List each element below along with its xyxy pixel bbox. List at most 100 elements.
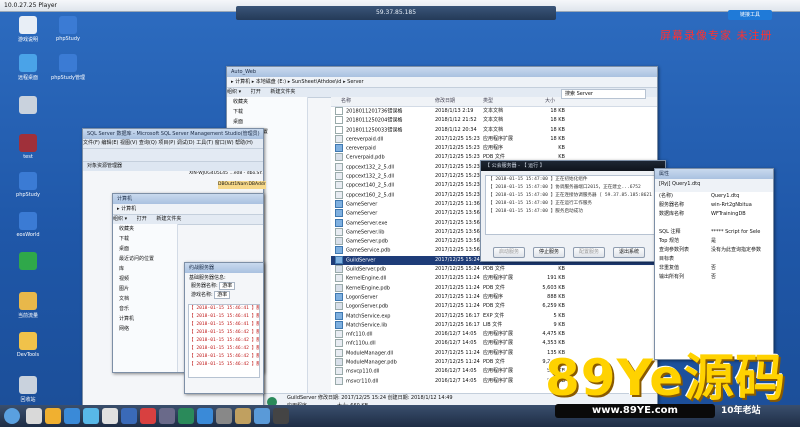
taskbar-app-icon[interactable] [159,408,175,424]
property-row[interactable]: (名称) Query1.dtq [655,192,773,201]
file-row[interactable]: KernelEngine.pdb 2017/12/25 11:24 PDB 文件 5,… [331,283,657,293]
desktop-icon[interactable]: 远程桌面 [8,54,48,81]
computer-organize-button[interactable]: 组织 ▾ [113,216,127,222]
server-name-value[interactable]: 游率 [219,282,236,290]
desktop-icon[interactable]: DevTools [8,332,48,358]
file-row[interactable]: LogonServer.pdb 2017/12/25 11:24 PDB 文件 6,2… [331,302,657,311]
configure-service-button[interactable]: 配置服务 [573,247,605,258]
file-row[interactable]: KernelEngine.dll 2017/12/25 11:24 应用程序扩展 19… [331,274,657,283]
computer-new-folder-button[interactable]: 新建文件夹 [156,216,181,222]
property-row[interactable]: SQL 注释 ***** Script for Sele [655,228,773,237]
computer-open-button[interactable]: 打开 [137,216,147,222]
file-row[interactable]: cereverpaid 2017/12/25 15:23 应用程序 KB [331,144,657,153]
file-row[interactable]: MatchService.lib 2017/12/25 16:17 LIB 文件 9 … [331,320,657,330]
nav-item[interactable]: 库 [113,264,177,274]
exit-system-button[interactable]: 退出系统 [613,247,645,258]
header-date[interactable]: 修改日期 [435,97,455,106]
start-button[interactable] [4,408,20,424]
desktop-icon[interactable]: test [8,134,48,160]
nav-item[interactable]: 音乐 [113,304,177,314]
property-row[interactable]: 输出所有列 否 [655,273,773,282]
nav-item[interactable]: 图片 [113,284,177,294]
file-row[interactable]: mfc110u.dll 2016/12/7 14:05 应用程序扩展 4,353 KB [331,339,657,348]
nav-item[interactable]: 视频 [113,274,177,284]
match-server-window[interactable]: 约战服务器 基础服务器信息: 服务器名称: 游率 游戏名称: 游率 【 2018… [184,262,264,394]
guild-server-window[interactable]: 【 公会服务器 - 【 运行 】 【 2018-01-15 15:47:00 】… [480,160,666,262]
ssms-menu[interactable]: 文件(F) 编辑(E) 视图(V) 查询(Q) 项目(P) 调试(D) 工具(T… [83,139,263,149]
properties-window[interactable]: 属性 [Ryj] Query1.dtq (名称) Query1.dtq 服务器名称 w… [654,168,774,360]
taskbar-app-icon[interactable] [140,408,156,424]
desktop-icon[interactable]: phpStudy管理 [48,54,88,81]
connection-tool-button[interactable]: 链接工具 [728,10,772,20]
file-row[interactable]: 2018011250204错误格 2018/1/12 21:52 文本文档 18 KB [331,116,657,125]
taskbar-app-icon[interactable] [235,408,251,424]
property-row[interactable]: 非重复值 否 [655,264,773,273]
file-icon [335,255,343,264]
ssms-tab-3[interactable]: DBAddr [248,181,266,189]
nav-item[interactable]: 计算机 [113,314,177,324]
file-name: 2018011201736错误格 [346,108,403,115]
nav-item[interactable]: 桌面 [113,244,177,254]
nav-item[interactable]: 文档 [113,294,177,304]
property-row[interactable]: Top 规范 是 [655,237,773,246]
ssms-tab-1[interactable]: XIN-WJUG4U5L45 ...e08 - dbo.SY... [189,171,263,176]
desktop-icon[interactable] [8,96,48,116]
file-icon [335,292,343,301]
properties-titlebar: 属性 [655,169,773,179]
desktop-icon[interactable]: phpStudy [8,172,48,198]
computer-address-bar[interactable]: ▸ 计算机 [113,204,263,215]
open-button[interactable]: 打开 [251,89,261,95]
desktop-icon[interactable]: eosWorld [8,212,48,238]
taskbar-app-icon[interactable] [83,408,99,424]
file-date: 2017/12/25 15:23 [435,173,480,180]
taskbar-app-icon[interactable] [26,408,42,424]
property-row[interactable]: 服务器名称 win-Rrt2gNbitua [655,201,773,210]
stop-service-button[interactable]: 停止服务 [533,247,565,258]
game-name-value[interactable]: 游率 [214,291,231,299]
nav-item[interactable]: 网络 [113,324,177,334]
file-row[interactable]: LogonServer 2017/12/25 11:24 应用程序 888 KB [331,292,657,302]
desktop-icon[interactable]: 回收站 [8,376,48,403]
file-row[interactable]: cereverpaid.dll 2017/12/25 15:23 应用程序扩展 18 … [331,134,657,144]
header-name[interactable]: 名称 [341,97,351,106]
file-row[interactable]: GuildServer.pdb 2017/12/25 15:24 PDB 文件 KB [331,265,657,274]
taskbar-app-icon[interactable] [102,408,118,424]
desktop-icon[interactable]: 游戏说明 [8,16,48,43]
file-type: EXP 文件 [483,312,505,319]
nav-item[interactable]: 收藏夹 [227,97,307,107]
property-row[interactable] [655,219,773,228]
start-service-button[interactable]: 启动服务 [493,247,525,258]
remote-connection-bar[interactable]: 59.37.85.185 [236,6,556,20]
file-row[interactable]: mfc110.dll 2016/12/7 14:05 应用程序扩展 4,475 KB [331,330,657,339]
taskbar-app-icon[interactable] [121,408,137,424]
taskbar-app-icon[interactable] [197,408,213,424]
nav-item[interactable]: 下载 [113,234,177,244]
file-row[interactable]: MatchService.exp 2017/12/25 16:17 EXP 文件 5 … [331,311,657,321]
nav-item[interactable]: 收藏夹 [113,224,177,234]
ssms-tab-2[interactable]: DBOutt1Name [218,181,251,189]
organize-button[interactable]: 组织 ▾ [227,89,241,95]
header-size[interactable]: 大小 [545,97,555,106]
address-bar[interactable]: ▸ 计算机 ▸ 本地磁盘 (E:) ▸ SunSheet\Athdoe\id ▸… [227,77,657,88]
property-row[interactable]: 查询参数列表 没有为此查询指定参数 [655,246,773,255]
desktop-icon[interactable] [8,252,48,272]
nav-item[interactable]: 桌面 [227,117,307,127]
nav-item[interactable]: 最近访问的位置 [113,254,177,264]
nav-item[interactable]: 下载 [227,107,307,117]
file-row[interactable]: 2018011201736错误格 2018/1/13 2:19 文本文档 18 KB [331,107,657,116]
search-box[interactable]: 搜索 Server [561,89,646,99]
header-type[interactable]: 类型 [483,97,493,106]
new-folder-button[interactable]: 新建文件夹 [270,89,295,95]
file-row[interactable]: 2018011250033错误格 2018/1/12 20:34 文本文档 18 KB [331,125,657,135]
property-row[interactable]: 数据库名称 WFTrainingDB [655,210,773,219]
desktop-icon-label: 回收站 [20,397,36,403]
desktop-icon[interactable]: 当前流量 [8,292,48,319]
property-row[interactable]: 目标表 [655,255,773,264]
desktop-icon[interactable]: phpStudy [48,16,88,42]
taskbar-app-icon[interactable] [216,408,232,424]
taskbar-app-icon[interactable] [254,408,270,424]
taskbar-app-icon[interactable] [178,408,194,424]
taskbar-app-icon[interactable] [45,408,61,424]
taskbar-app-icon[interactable] [273,408,289,424]
taskbar-app-icon[interactable] [64,408,80,424]
